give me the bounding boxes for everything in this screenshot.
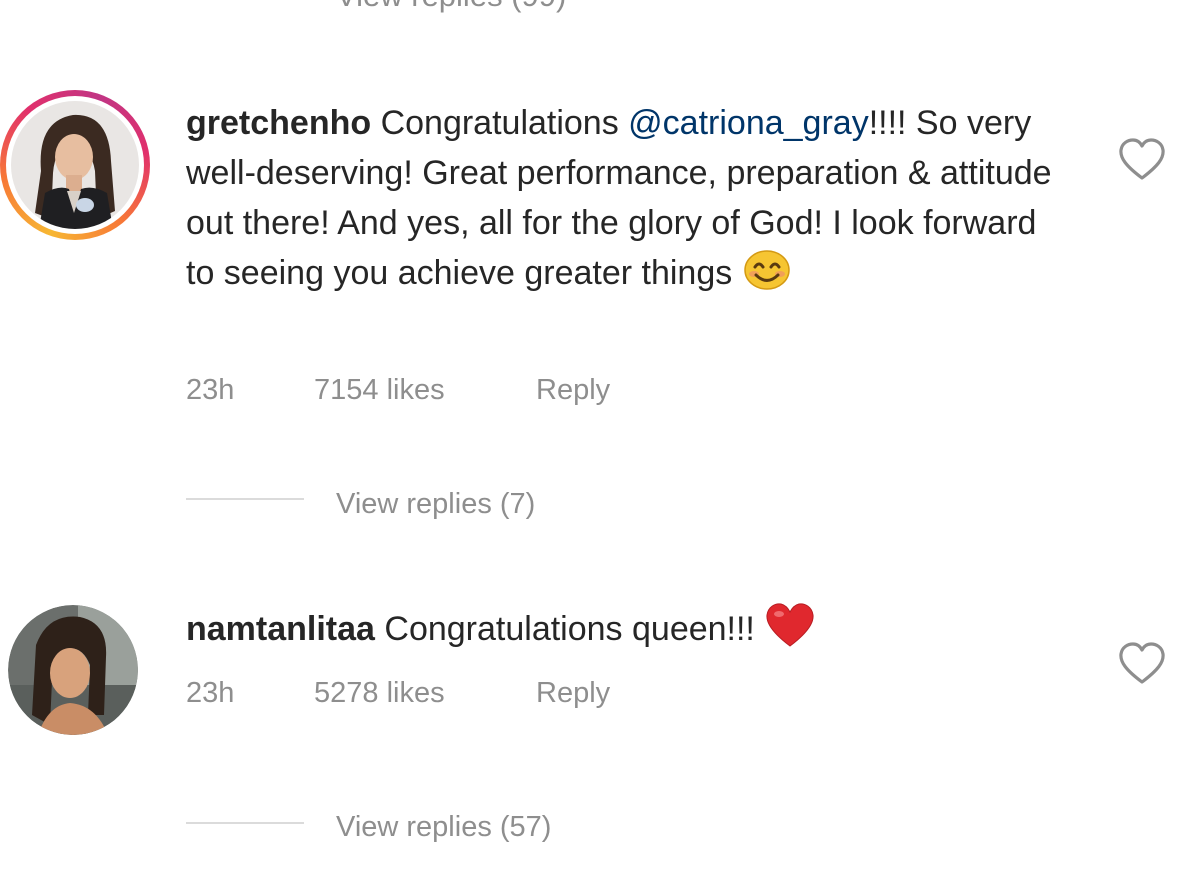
like-heart-icon[interactable] [1118, 642, 1166, 686]
comment-username[interactable]: gretchenho [186, 104, 371, 142]
reply-button[interactable]: Reply [536, 676, 610, 710]
comment-meta: 23h 5278 likes Reply [186, 676, 686, 710]
red-heart-emoji [766, 603, 814, 647]
reply-button[interactable]: Reply [536, 373, 610, 407]
comment-item: namtanlitaa Congratulations queen!!! 23h… [0, 560, 1200, 860]
smiling-face-emoji [743, 250, 790, 290]
replies-divider [186, 822, 304, 824]
comment-meta: 23h 7154 likes Reply [186, 373, 686, 407]
avatar[interactable] [8, 605, 138, 735]
comment-item: gretchenho Congratulations @catriona_gra… [0, 0, 1200, 540]
comment-time: 23h [186, 677, 235, 709]
comment-body: Congratulations queen!!! [374, 610, 755, 648]
comment-likes-count[interactable]: 5278 likes [314, 676, 445, 710]
view-replies-label: View replies (7) [336, 488, 536, 520]
comment-time: 23h [186, 374, 235, 406]
avatar-story-ring[interactable] [0, 90, 150, 240]
avatar [11, 101, 139, 229]
comment-body-start: Congratulations [371, 104, 629, 142]
comment-username[interactable]: namtanlitaa [186, 610, 375, 648]
like-heart-icon[interactable] [1118, 138, 1166, 182]
view-replies-button[interactable]: View replies (57) [336, 810, 551, 844]
replies-divider [186, 498, 304, 500]
comment-mention-link[interactable]: @catriona_gray [628, 104, 869, 142]
view-replies-label: View replies (57) [336, 811, 552, 843]
comment-text: namtanlitaa Congratulations queen!!! [186, 602, 1066, 654]
comment-likes-count[interactable]: 7154 likes [314, 373, 445, 407]
comment-text: gretchenho Congratulations @catriona_gra… [186, 98, 1066, 298]
view-replies-button[interactable]: View replies (7) [336, 487, 535, 521]
